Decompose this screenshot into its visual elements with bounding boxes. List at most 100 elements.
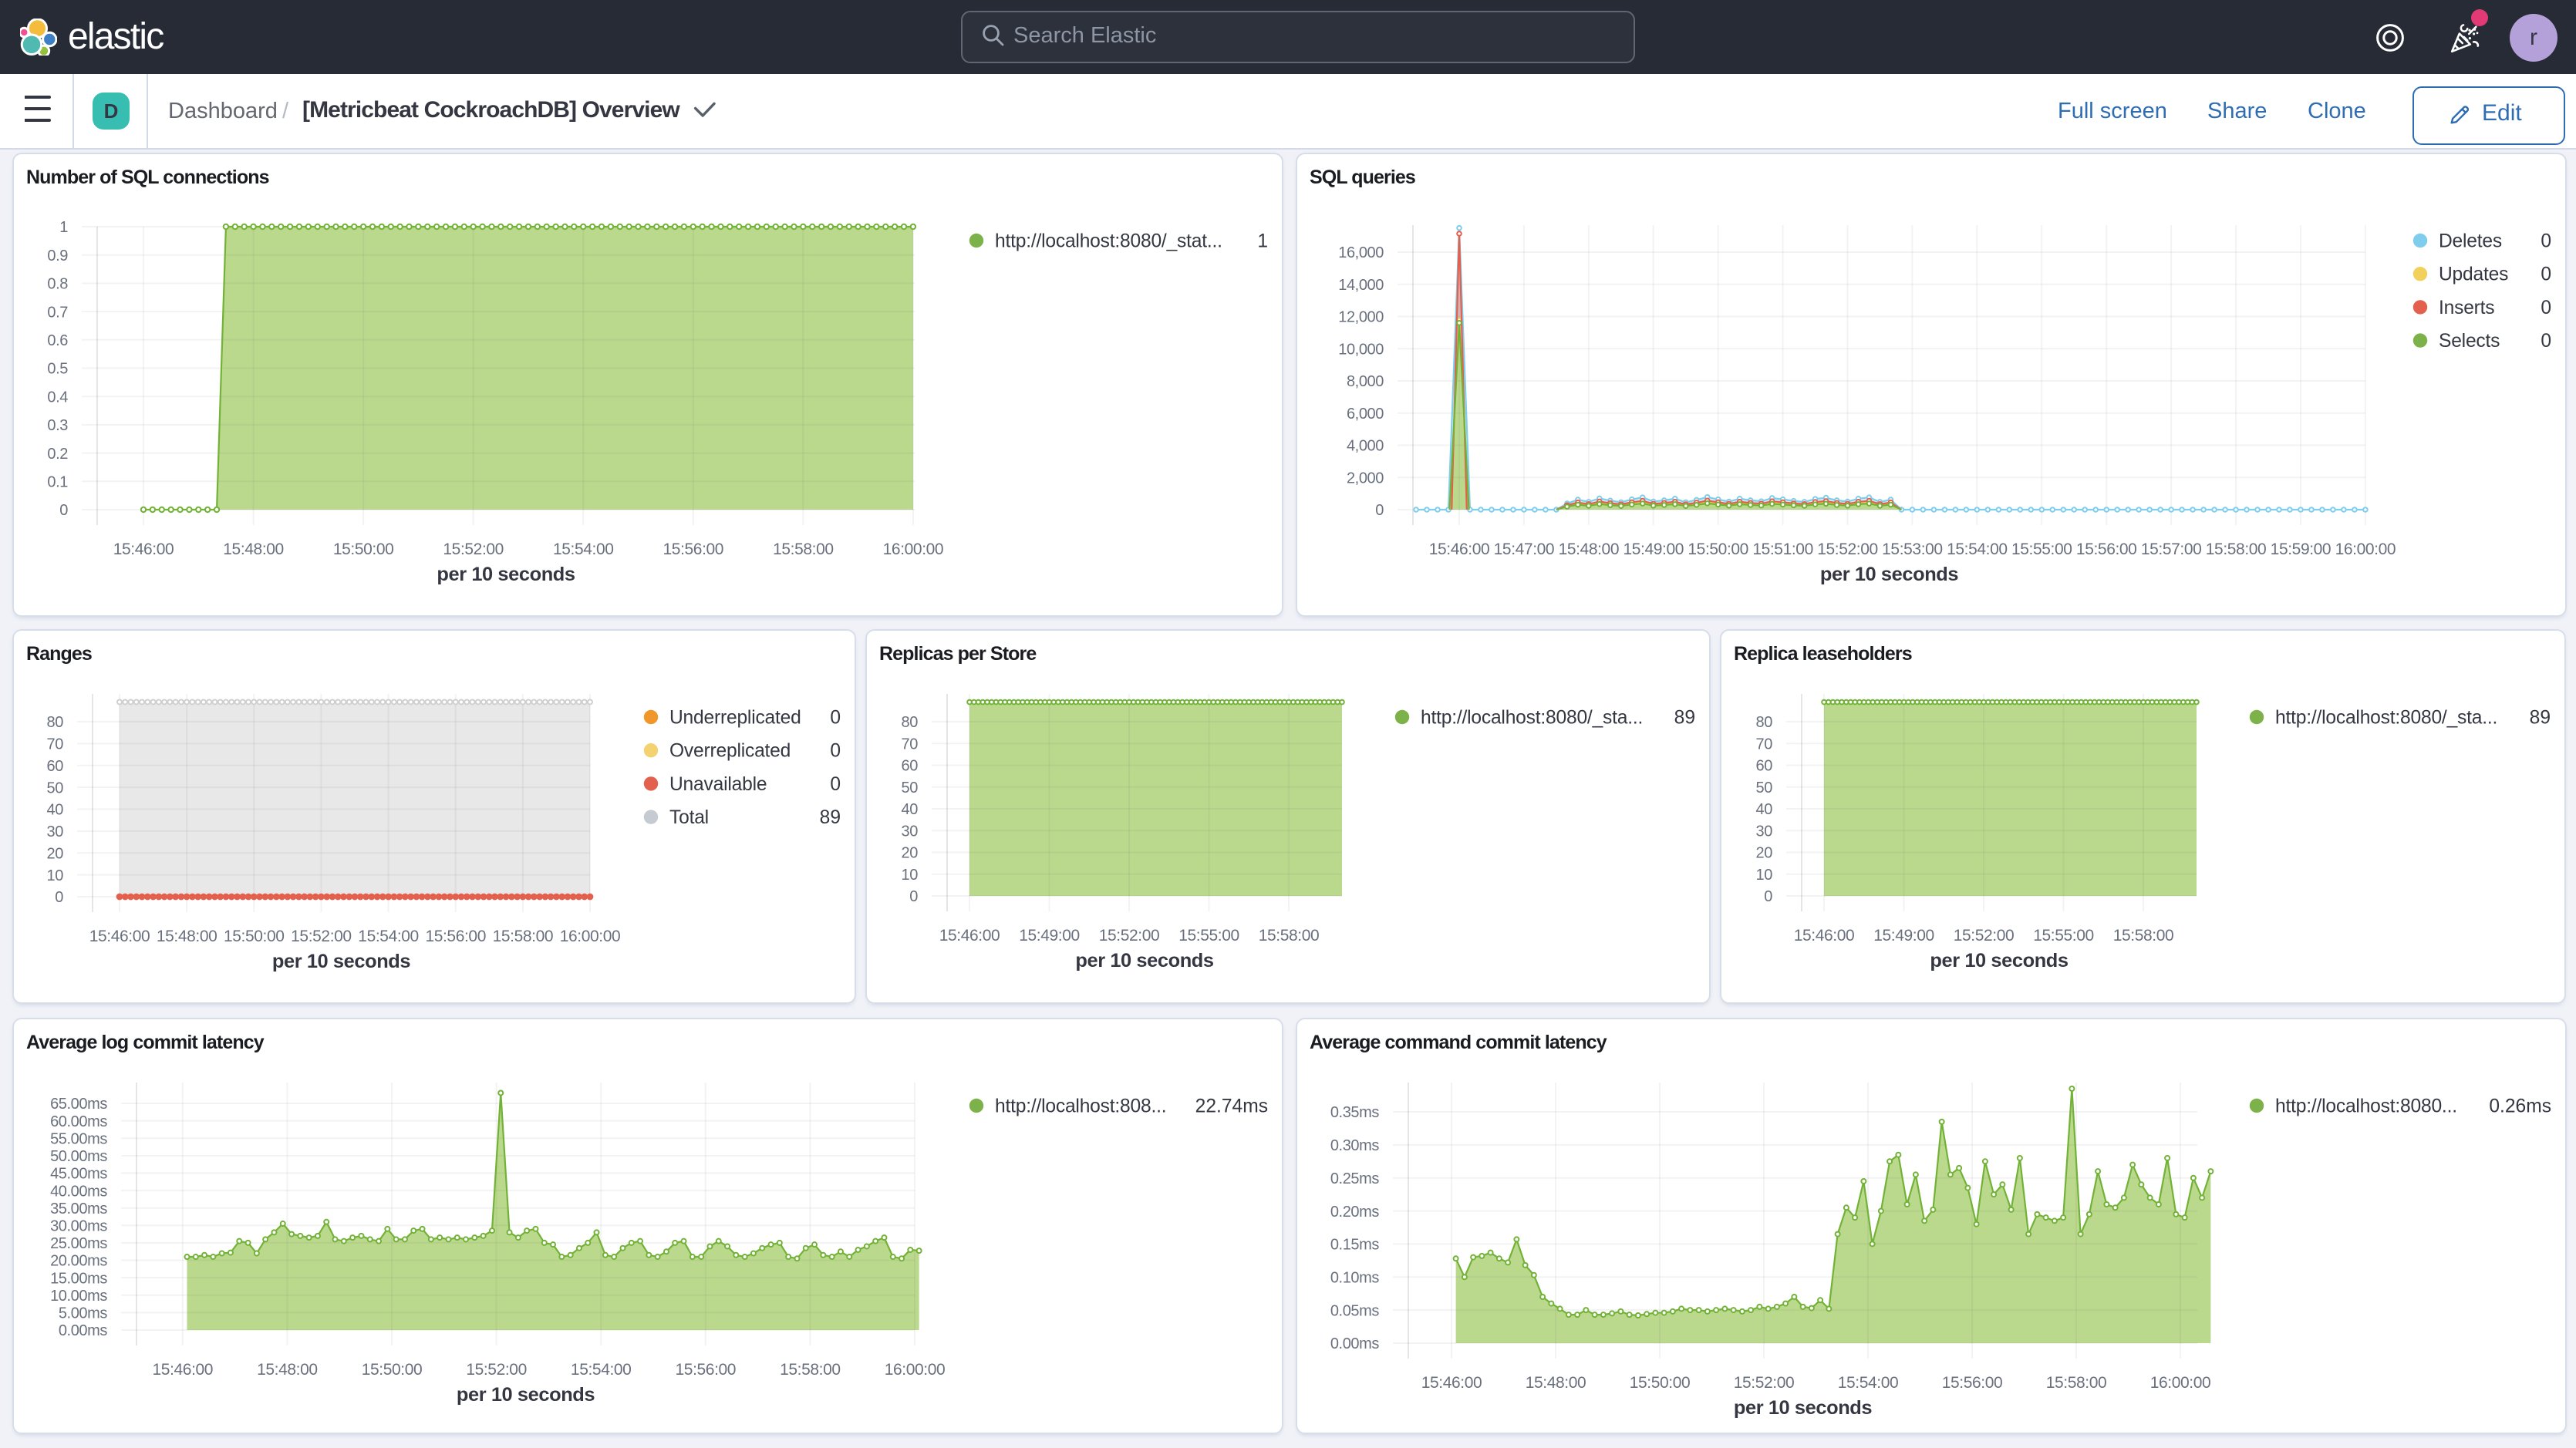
svg-text:Replicas per Store: Replicas per Store <box>879 643 1037 665</box>
svg-text:15:52:00: 15:52:00 <box>466 1361 527 1379</box>
svg-text:0.15ms: 0.15ms <box>1330 1237 1380 1254</box>
svg-text:30: 30 <box>47 823 64 840</box>
svg-text:15:54:00: 15:54:00 <box>358 928 419 945</box>
svg-text:30.00ms: 30.00ms <box>50 1218 107 1235</box>
svg-text:http://localhost:808...: http://localhost:808... <box>995 1096 1166 1116</box>
svg-text:15:52:00: 15:52:00 <box>1817 540 1878 558</box>
svg-text:15:52:00: 15:52:00 <box>1099 927 1160 945</box>
svg-text:per 10 seconds: per 10 seconds <box>1075 950 1214 972</box>
svg-text:89: 89 <box>820 807 841 828</box>
svg-text:Unavailable: Unavailable <box>669 774 767 795</box>
svg-text:0.10ms: 0.10ms <box>1330 1269 1380 1286</box>
svg-text:Ranges: Ranges <box>26 643 92 665</box>
svg-text:60: 60 <box>902 758 919 775</box>
svg-text:15:56:00: 15:56:00 <box>425 928 486 945</box>
svg-text:per 10 seconds: per 10 seconds <box>1734 1397 1873 1419</box>
svg-text:1: 1 <box>59 219 68 236</box>
svg-text:50.00ms: 50.00ms <box>50 1148 107 1165</box>
svg-text:15:48:00: 15:48:00 <box>157 928 217 945</box>
svg-text:0.3: 0.3 <box>47 417 68 434</box>
svg-text:0: 0 <box>2541 264 2551 285</box>
svg-text:6,000: 6,000 <box>1347 406 1384 423</box>
svg-text:16:00:00: 16:00:00 <box>883 540 944 558</box>
svg-text:65.00ms: 65.00ms <box>50 1096 107 1113</box>
svg-text:15:48:00: 15:48:00 <box>1526 1374 1586 1392</box>
svg-text:15:50:00: 15:50:00 <box>333 540 394 558</box>
svg-text:0.25ms: 0.25ms <box>1330 1170 1380 1187</box>
svg-text:10: 10 <box>902 867 919 884</box>
svg-text:15:56:00: 15:56:00 <box>2076 540 2137 558</box>
svg-text:0.20ms: 0.20ms <box>1330 1204 1380 1221</box>
svg-text:0.9: 0.9 <box>47 248 68 264</box>
svg-text:15:52:00: 15:52:00 <box>1954 927 2015 945</box>
svg-text:15:52:00: 15:52:00 <box>291 928 352 945</box>
svg-text:40: 40 <box>1756 801 1773 818</box>
svg-text:15:54:00: 15:54:00 <box>571 1361 632 1379</box>
svg-text:16:00:00: 16:00:00 <box>885 1361 946 1379</box>
svg-text:Selects: Selects <box>2439 331 2500 352</box>
svg-text:0: 0 <box>55 889 63 906</box>
svg-text:40: 40 <box>47 802 64 819</box>
svg-text:http://localhost:8080/_sta...: http://localhost:8080/_sta... <box>2275 707 2497 728</box>
svg-text:Number of SQL connections: Number of SQL connections <box>26 167 269 188</box>
svg-text:10,000: 10,000 <box>1338 341 1384 358</box>
svg-text:89: 89 <box>1674 707 1695 728</box>
svg-text:12,000: 12,000 <box>1338 309 1384 326</box>
svg-text:15:51:00: 15:51:00 <box>1752 540 1813 558</box>
svg-text:15:49:00: 15:49:00 <box>1873 927 1934 945</box>
svg-text:10.00ms: 10.00ms <box>50 1288 107 1305</box>
svg-text:15:46:00: 15:46:00 <box>153 1361 214 1379</box>
svg-text:Average log commit latency: Average log commit latency <box>26 1032 265 1053</box>
svg-text:0: 0 <box>830 707 841 728</box>
svg-text:15:49:00: 15:49:00 <box>1623 540 1684 558</box>
svg-text:http://localhost:8080/_sta...: http://localhost:8080/_sta... <box>1421 707 1643 728</box>
svg-text:15:59:00: 15:59:00 <box>2271 540 2332 558</box>
svg-text:40.00ms: 40.00ms <box>50 1183 107 1200</box>
svg-text:15:58:00: 15:58:00 <box>2113 927 2174 945</box>
svg-text:15:58:00: 15:58:00 <box>780 1361 841 1379</box>
svg-text:20: 20 <box>1756 845 1773 862</box>
svg-text:15:58:00: 15:58:00 <box>493 928 554 945</box>
svg-text:Average command commit latency: Average command commit latency <box>1310 1032 1607 1053</box>
svg-text:0: 0 <box>1764 888 1772 905</box>
svg-text:0: 0 <box>2541 231 2551 251</box>
svg-text:70: 70 <box>902 736 919 753</box>
svg-text:15:46:00: 15:46:00 <box>939 927 1000 945</box>
svg-text:22.74ms: 22.74ms <box>1195 1096 1268 1116</box>
svg-text:20: 20 <box>902 845 919 862</box>
svg-text:0.7: 0.7 <box>47 304 68 321</box>
svg-text:16:00:00: 16:00:00 <box>560 928 621 945</box>
svg-text:per 10 seconds: per 10 seconds <box>1820 564 1959 585</box>
svg-text:per 10 seconds: per 10 seconds <box>272 951 411 972</box>
svg-text:15:58:00: 15:58:00 <box>2046 1374 2107 1392</box>
svg-text:15:50:00: 15:50:00 <box>224 928 285 945</box>
svg-text:Inserts: Inserts <box>2439 298 2494 318</box>
svg-text:0: 0 <box>2541 298 2551 318</box>
svg-text:15:52:00: 15:52:00 <box>443 540 504 558</box>
svg-text:0: 0 <box>830 774 841 795</box>
svg-text:80: 80 <box>902 714 919 731</box>
svg-text:0.26ms: 0.26ms <box>2489 1096 2551 1116</box>
svg-text:45.00ms: 45.00ms <box>50 1166 107 1183</box>
svg-text:70: 70 <box>47 736 64 753</box>
svg-text:Updates: Updates <box>2439 264 2508 285</box>
svg-text:http://localhost:8080/_stat...: http://localhost:8080/_stat... <box>995 231 1222 251</box>
svg-text:10: 10 <box>47 867 64 884</box>
svg-text:15:58:00: 15:58:00 <box>2206 540 2267 558</box>
svg-text:15:46:00: 15:46:00 <box>113 540 174 558</box>
svg-text:15:55:00: 15:55:00 <box>2011 540 2072 558</box>
svg-text:0: 0 <box>909 888 918 905</box>
svg-text:20: 20 <box>47 845 64 862</box>
svg-text:16:00:00: 16:00:00 <box>2335 540 2396 558</box>
svg-text:89: 89 <box>2530 707 2551 728</box>
svg-text:15:53:00: 15:53:00 <box>1882 540 1943 558</box>
svg-text:10: 10 <box>1756 867 1773 884</box>
svg-text:4,000: 4,000 <box>1347 438 1384 455</box>
svg-text:15:49:00: 15:49:00 <box>1019 927 1080 945</box>
svg-text:8,000: 8,000 <box>1347 373 1384 390</box>
svg-text:15:54:00: 15:54:00 <box>553 540 614 558</box>
svg-text:1: 1 <box>1257 231 1268 251</box>
svg-text:15:57:00: 15:57:00 <box>2141 540 2202 558</box>
svg-text:50: 50 <box>902 780 919 796</box>
svg-text:15:47:00: 15:47:00 <box>1494 540 1555 558</box>
